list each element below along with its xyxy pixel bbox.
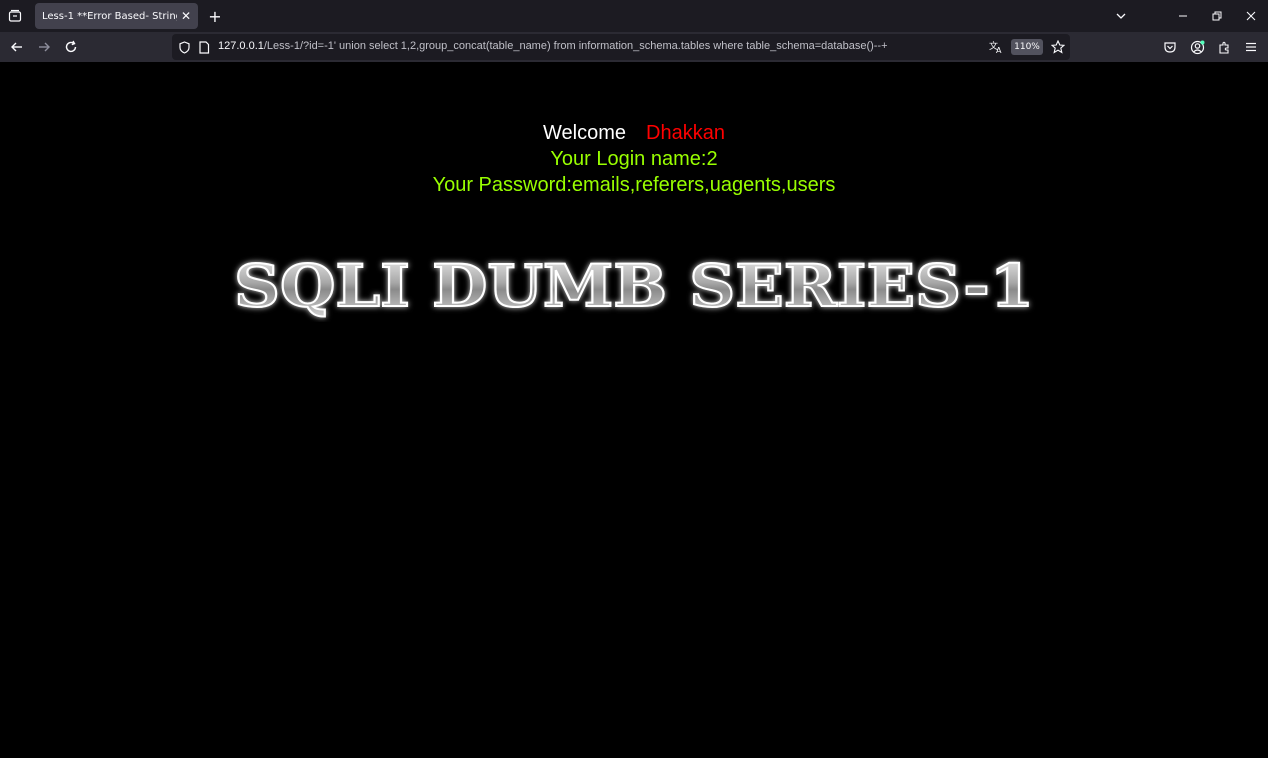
close-icon[interactable]: ✕	[177, 7, 195, 25]
login-name-line: Your Login name:2	[550, 148, 718, 170]
pocket-icon[interactable]	[1159, 36, 1181, 58]
restore-icon[interactable]	[1205, 4, 1229, 28]
tab-title: Less-1 **Error Based- String**	[42, 10, 177, 22]
minimize-icon[interactable]	[1171, 4, 1195, 28]
account-icon[interactable]	[1186, 36, 1208, 58]
tab-active[interactable]: Less-1 **Error Based- String** ✕	[35, 3, 198, 29]
plus-icon[interactable]: +	[205, 6, 225, 26]
extensions-icon[interactable]	[1213, 36, 1235, 58]
translate-icon[interactable]: 文A	[987, 38, 1005, 56]
tab-bar: Less-1 **Error Based- String** ✕ +	[0, 0, 1268, 32]
logo-text: SQLI DUMB SERIES-1	[234, 252, 1034, 320]
welcome-label: Welcome	[543, 122, 627, 144]
welcome-name: Dhakkan	[646, 122, 725, 144]
page-content: Welcome Dhakkan Your Login name:2 Your Pa…	[0, 62, 1268, 758]
zoom-level[interactable]: 110%	[1011, 39, 1043, 55]
url-bar[interactable]: 127.0.0.1/Less-1/?id=-1' union select 1,…	[172, 34, 1070, 60]
back-icon[interactable]	[6, 36, 28, 58]
tab-list-icon	[8, 9, 22, 22]
star-icon[interactable]	[1049, 38, 1067, 56]
reload-icon[interactable]	[60, 36, 82, 58]
tab-list-button[interactable]	[4, 5, 26, 27]
page-icon[interactable]	[195, 38, 213, 56]
close-window-icon[interactable]	[1239, 4, 1263, 28]
password-line: Your Password:emails,referers,uagents,us…	[432, 174, 836, 196]
shield-icon[interactable]	[175, 38, 193, 56]
chevron-down-icon[interactable]	[1109, 4, 1133, 28]
welcome-line: Welcome Dhakkan	[0, 122, 1268, 145]
url-text[interactable]: 127.0.0.1/Less-1/?id=-1' union select 1,…	[218, 40, 888, 52]
menu-icon[interactable]	[1240, 36, 1262, 58]
navigation-bar: 127.0.0.1/Less-1/?id=-1' union select 1,…	[0, 32, 1268, 62]
svg-text:A: A	[996, 46, 1002, 54]
sqli-dumb-series-logo: SQLI DUMB SERIES-1	[233, 252, 1035, 321]
forward-icon[interactable]	[33, 36, 55, 58]
